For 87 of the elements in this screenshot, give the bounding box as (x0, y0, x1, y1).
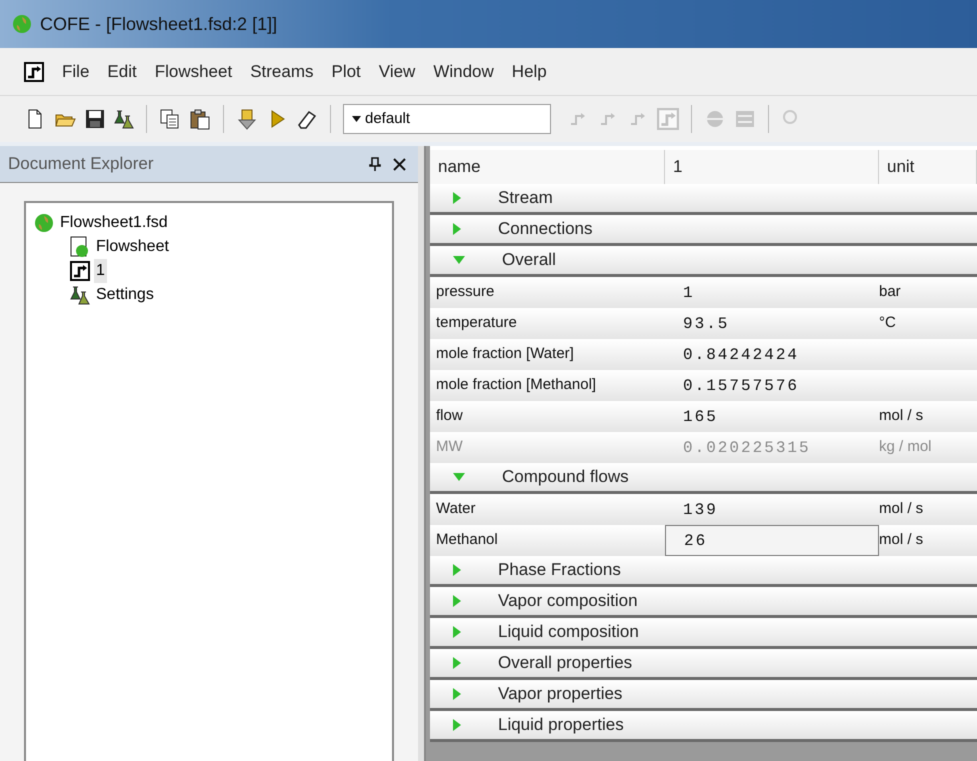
section-header[interactable]: Liquid composition (430, 618, 977, 649)
collapsed-arrow-icon[interactable] (452, 191, 462, 205)
tree-item[interactable]: 1 (94, 259, 107, 283)
property-value: 93.5 (665, 308, 879, 339)
section-header[interactable]: Stream (430, 184, 977, 215)
section-header[interactable]: Compound flows (430, 463, 977, 494)
eraser-icon[interactable] (296, 108, 318, 130)
section-title: Vapor properties (498, 683, 622, 706)
menu-item[interactable]: Streams (250, 58, 314, 84)
section-title: Overall (502, 249, 556, 272)
column-header[interactable]: 1 (665, 150, 879, 184)
collapsed-arrow-icon[interactable] (452, 656, 462, 670)
section-header[interactable]: Overall properties (430, 649, 977, 680)
property-value: 0.020225315 (665, 432, 879, 463)
property-value: 0.84242424 (665, 339, 879, 370)
column-header[interactable]: unit (879, 150, 977, 184)
tree-item[interactable]: Settings (94, 283, 156, 307)
menu-item[interactable]: File (62, 58, 90, 84)
panel-title: Document Explorer (8, 153, 154, 176)
flasks-icon (70, 285, 90, 305)
property-name: flow (430, 401, 665, 432)
menu-item[interactable]: Flowsheet (154, 58, 232, 84)
property-name: mole fraction [Methanol] (430, 370, 665, 401)
column-header[interactable]: name (430, 150, 665, 184)
property-unit: °C (879, 308, 977, 339)
menu-item[interactable]: Plot (331, 58, 361, 84)
import-icon[interactable] (236, 108, 258, 130)
section-title: Liquid composition (498, 621, 639, 644)
section-header[interactable]: Connections (430, 215, 977, 246)
section-header[interactable]: Vapor composition (430, 587, 977, 618)
property-value: 165 (665, 401, 879, 432)
property-name: Water (430, 494, 665, 525)
collapsed-arrow-icon[interactable] (452, 625, 462, 639)
collapsed-arrow-icon[interactable] (452, 563, 462, 577)
app-icon (12, 14, 32, 34)
section-title: Compound flows (502, 466, 629, 488)
section-title: Connections (498, 218, 593, 240)
tree-item[interactable]: Flowsheet1.fsd (58, 211, 170, 235)
section-title: Phase Fractions (498, 559, 621, 582)
globe-icon (34, 213, 54, 233)
section-header[interactable]: Overall (430, 246, 977, 277)
save-icon[interactable] (84, 108, 106, 130)
expanded-arrow-icon[interactable] (452, 255, 466, 265)
menu-item[interactable]: Edit (107, 58, 137, 84)
property-name: MW (430, 432, 665, 463)
property-unit: mol / s (879, 401, 977, 432)
property-value: 1 (665, 277, 879, 308)
section-title: Liquid properties (498, 714, 624, 736)
section-title: Stream (498, 187, 553, 210)
pin-icon[interactable] (369, 157, 381, 171)
flowsheet-icon (70, 236, 90, 258)
section-header[interactable]: Phase Fractions (430, 556, 977, 587)
menu-item[interactable]: Window (433, 58, 494, 84)
flasks-icon (114, 109, 134, 129)
property-unit: kg / mol (879, 432, 977, 463)
paste-icon[interactable] (189, 108, 211, 130)
property-value: 139 (665, 494, 879, 525)
window-title: COFE - [Flowsheet1.fsd:2 [1]] (40, 12, 278, 36)
collapsed-arrow-icon[interactable] (452, 687, 462, 701)
section-title: Overall properties (498, 652, 632, 674)
close-icon[interactable] (393, 158, 406, 170)
copy-icon[interactable] (159, 108, 181, 130)
expanded-arrow-icon[interactable] (452, 472, 466, 482)
collapsed-arrow-icon[interactable] (452, 718, 462, 732)
property-unit: mol / s (879, 525, 977, 556)
settings-button[interactable] (114, 109, 134, 129)
collapsed-arrow-icon[interactable] (452, 222, 462, 236)
tree-item[interactable]: Flowsheet (94, 235, 171, 259)
property-name: mole fraction [Water] (430, 339, 665, 370)
property-unit: mol / s (879, 494, 977, 525)
property-name: Methanol (430, 525, 665, 556)
property-name: temperature (430, 308, 665, 339)
section-title: Vapor composition (498, 590, 638, 612)
profile-dropdown[interactable]: default (343, 104, 551, 134)
section-header[interactable]: Liquid properties (430, 711, 977, 742)
value-field[interactable]: 26 (665, 525, 879, 556)
menu-item[interactable]: Help (512, 58, 547, 84)
menu-item[interactable]: View (378, 58, 416, 84)
property-name: pressure (430, 277, 665, 308)
stream-icon (70, 261, 90, 281)
stream-icon (657, 108, 679, 130)
property-unit: bar (879, 277, 977, 308)
caret-icon (352, 116, 361, 122)
stream-icon (24, 62, 44, 82)
section-header[interactable]: Vapor properties (430, 680, 977, 711)
property-value: 0.15757576 (665, 370, 879, 401)
collapsed-arrow-icon[interactable] (452, 594, 462, 608)
